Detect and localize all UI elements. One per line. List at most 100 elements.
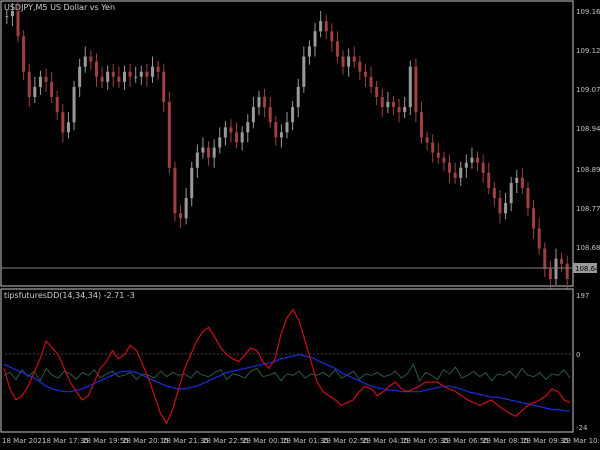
candle-body bbox=[190, 167, 194, 199]
candle-body bbox=[537, 228, 541, 249]
candle-body bbox=[408, 66, 412, 108]
candle-body bbox=[543, 248, 547, 269]
candle-body bbox=[487, 172, 491, 188]
candle-body bbox=[302, 56, 306, 87]
candle-body bbox=[251, 107, 255, 123]
candle-body bbox=[10, 11, 14, 17]
symbol-title: USDJPY,M5 US Dollar vs Yen bbox=[4, 3, 115, 12]
candle-body bbox=[218, 137, 222, 148]
candle-body bbox=[145, 71, 149, 77]
candle-body bbox=[330, 31, 334, 42]
candle-body bbox=[464, 162, 468, 168]
candle-body bbox=[369, 76, 373, 87]
candle-body bbox=[425, 137, 429, 143]
current-price-label: 108.644 bbox=[575, 265, 600, 273]
candle-body bbox=[162, 71, 166, 103]
time-axis: 18 Mar 2021 18 Mar 17:35 18 Mar 19:55 18… bbox=[2, 437, 600, 445]
indicator-scale-label: 197 bbox=[576, 292, 589, 300]
candle-body bbox=[565, 263, 569, 279]
candle-body bbox=[117, 76, 121, 82]
candle-body bbox=[515, 177, 519, 183]
candle-body bbox=[324, 21, 328, 32]
candle-body bbox=[448, 162, 452, 173]
price-axis-label: 108.775 bbox=[576, 205, 600, 213]
candle-body bbox=[5, 16, 9, 18]
candle-body bbox=[470, 157, 474, 163]
candle-body bbox=[313, 31, 317, 47]
candle-body bbox=[431, 142, 435, 153]
indicator-title: tipsfuturesDD(14,34,34) -2.71 -3 bbox=[4, 291, 135, 300]
candle-body bbox=[139, 71, 143, 77]
candle-body bbox=[319, 21, 323, 32]
candle-body bbox=[442, 157, 446, 163]
time-axis-label: 19 Mar 10:55 bbox=[562, 437, 600, 445]
candle-body bbox=[27, 71, 31, 97]
candle-body bbox=[307, 46, 311, 57]
candle-body bbox=[212, 147, 216, 158]
candle-body bbox=[532, 208, 536, 229]
candle-body bbox=[352, 56, 356, 62]
candle-body bbox=[94, 61, 98, 77]
candle-body bbox=[436, 152, 440, 158]
candle-body bbox=[279, 132, 283, 138]
candle-body bbox=[386, 102, 390, 108]
indicator-scale-label: 0 bbox=[576, 351, 580, 359]
price-axis-label: 109.075 bbox=[576, 86, 600, 94]
candle-body bbox=[375, 86, 379, 97]
candle-body bbox=[481, 162, 485, 173]
candle-body bbox=[380, 96, 384, 108]
price-axis-label: 109.120 bbox=[576, 47, 600, 55]
candle-body bbox=[274, 122, 278, 138]
candle-body bbox=[78, 66, 82, 87]
candle-body bbox=[347, 56, 351, 67]
chart-background bbox=[0, 0, 600, 450]
candle-body bbox=[207, 147, 211, 158]
price-axis-label: 108.685 bbox=[576, 244, 600, 252]
candle-body bbox=[50, 81, 54, 97]
candle-body bbox=[122, 71, 126, 82]
candle-body bbox=[554, 258, 558, 279]
candle-body bbox=[195, 152, 199, 168]
candle-body bbox=[223, 127, 227, 138]
candle-body bbox=[72, 86, 76, 123]
candle-body bbox=[61, 112, 65, 133]
price-axis-label: 108.895 bbox=[576, 166, 600, 174]
time-axis-label: 18 Mar 2021 bbox=[2, 437, 46, 445]
candle-body bbox=[526, 187, 530, 209]
price-axis-label: 108.940 bbox=[576, 125, 600, 133]
candle-body bbox=[167, 102, 171, 168]
candle-body bbox=[229, 127, 233, 133]
candle-body bbox=[179, 213, 183, 219]
candle-body bbox=[504, 203, 508, 214]
candle-body bbox=[492, 187, 496, 199]
candle-body bbox=[33, 86, 37, 97]
trading-chart[interactable]: USDJPY,M5 US Dollar vs Yen 108.644 109.1… bbox=[0, 0, 600, 450]
candle-body bbox=[263, 96, 267, 108]
candle-body bbox=[240, 132, 244, 143]
candle-body bbox=[235, 132, 239, 143]
candle-body bbox=[414, 66, 418, 113]
candle-body bbox=[560, 258, 564, 264]
candle-body bbox=[55, 96, 59, 113]
candle-body bbox=[419, 112, 423, 138]
candle-body bbox=[66, 122, 70, 133]
candle-body bbox=[291, 107, 295, 123]
candle-body bbox=[44, 76, 48, 82]
candle-body bbox=[246, 122, 250, 133]
candle-body bbox=[106, 71, 110, 82]
candle-body bbox=[403, 107, 407, 113]
price-axis-label: 109.165 bbox=[576, 8, 600, 16]
candle-body bbox=[509, 182, 513, 204]
candle-body bbox=[151, 66, 155, 77]
candle-body bbox=[363, 71, 367, 77]
candle-body bbox=[38, 76, 42, 87]
candle-body bbox=[201, 147, 205, 153]
candle-body bbox=[156, 66, 160, 72]
candle-body bbox=[100, 76, 104, 82]
candle-body bbox=[173, 167, 177, 214]
candle-body bbox=[335, 41, 339, 57]
candle-body bbox=[134, 76, 138, 78]
candle-body bbox=[453, 172, 457, 178]
candle-body bbox=[285, 122, 289, 133]
candle-body bbox=[268, 107, 272, 123]
